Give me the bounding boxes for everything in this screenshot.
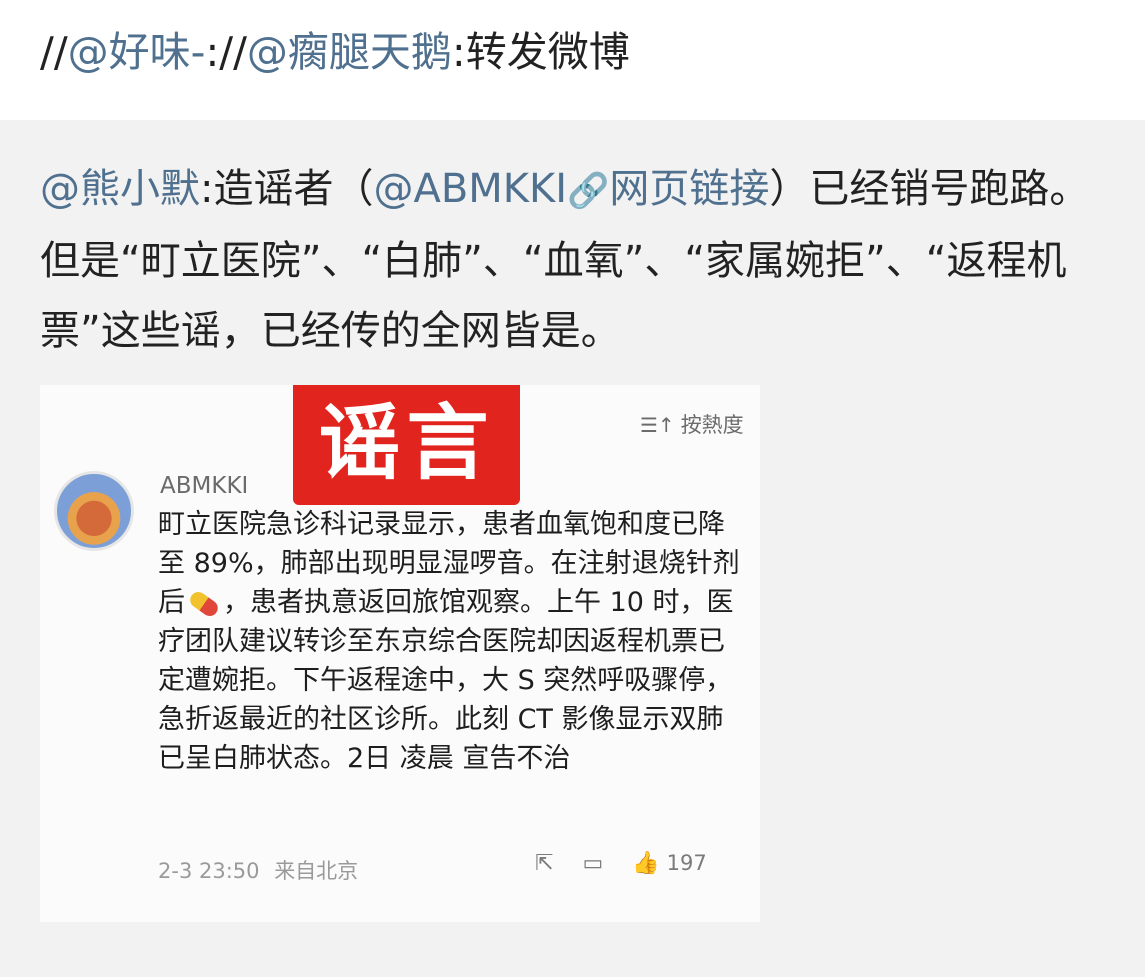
post-body-part-2: ，患者执意返回旅馆观察。上午 10 时，医疗团队建议转诊至东京综合医院却因返程机… (158, 587, 734, 774)
comment-icon[interactable]: ▭ (582, 851, 603, 876)
repost-prefix: // (40, 28, 68, 76)
avatar[interactable] (54, 471, 134, 551)
sort-icon: ☰↑ (640, 413, 675, 437)
web-link-label: 网页链接 (609, 166, 770, 212)
mention-user-2[interactable]: @瘸腿天鹅 (247, 28, 452, 76)
post-source: 来自北京 (274, 859, 359, 883)
share-icon[interactable]: ⇱ (535, 851, 553, 876)
repost-line: //@好味-://@瘸腿天鹅:转发微博 (40, 22, 1120, 82)
like-count: 197 (666, 851, 707, 875)
embedded-screenshot[interactable]: 谣言 ☰↑ 按熱度 ABMKKI 町立医院急诊科记录显示，患者血氧饱和度已降至 8… (40, 385, 760, 922)
repost-text: :转发微博 (451, 28, 630, 76)
rumor-stamp: 谣言 (293, 385, 520, 505)
link-icon: 🔗 (567, 171, 610, 211)
quoted-text-before: :造谣者（ (200, 166, 374, 212)
quoted-post[interactable]: @熊小默:造谣者（@ABMKKI🔗网页链接）已经销号跑路。但是“町立医院”、“白… (0, 120, 1145, 977)
web-link[interactable]: 🔗网页链接 (567, 166, 769, 212)
sort-control[interactable]: ☰↑ 按熱度 (640, 409, 744, 439)
poster-name[interactable]: ABMKKI (160, 473, 248, 499)
quoted-post-text: @熊小默:造谣者（@ABMKKI🔗网页链接）已经销号跑路。但是“町立医院”、“白… (40, 154, 1110, 366)
account-mention[interactable]: @ABMKKI (373, 166, 567, 212)
sort-label: 按熱度 (680, 413, 744, 437)
action-bar: ⇱ ▭ 👍 197 (535, 851, 755, 885)
post-body: 町立医院急诊科记录显示，患者血氧饱和度已降至 89%，肺部出现明显湿啰音。在注射… (158, 505, 750, 778)
quoted-author[interactable]: @熊小默 (40, 166, 200, 212)
like-button[interactable]: 👍 197 (632, 851, 707, 876)
pill-emoji-icon (187, 588, 221, 619)
mention-user-1[interactable]: @好味- (68, 28, 206, 76)
post-meta: 2-3 23:50 来自北京 (158, 855, 358, 885)
repost-separator: :// (205, 28, 247, 76)
post-time: 2-3 23:50 (158, 859, 260, 883)
thumbs-up-icon: 👍 (632, 851, 660, 876)
